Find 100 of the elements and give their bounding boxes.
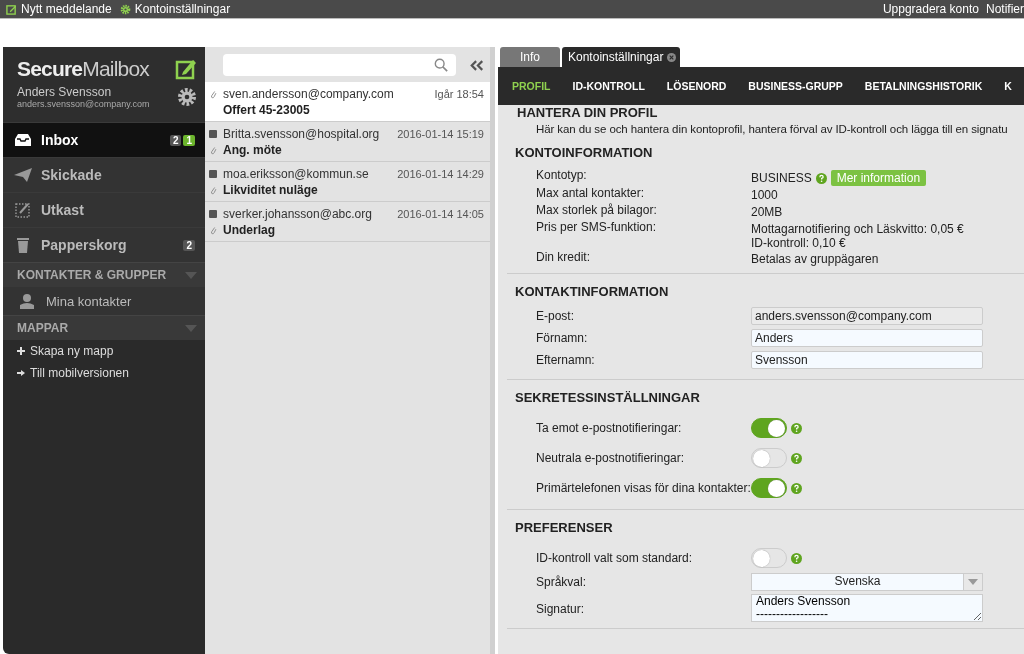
- topbar-link[interactable]: Nytt meddelande: [6, 2, 112, 16]
- nav-tab[interactable]: K: [1004, 80, 1012, 92]
- nav-tab[interactable]: BETALNINGSHISTORIK: [864, 80, 983, 92]
- message-item[interactable]: Britta.svensson@hospital.org 2016-01-14 15:19 Ang. möte: [205, 122, 490, 162]
- paperclip-icon: [209, 145, 217, 155]
- field-label: E-post:: [536, 308, 575, 323]
- field-value: Mottagarnotifiering och Läskvitto: 0,05 €: [751, 222, 964, 236]
- toggle-switch[interactable]: [751, 548, 787, 568]
- help-icon[interactable]: [791, 482, 802, 494]
- signature-field[interactable]: Anders Svensson ------------------: [751, 594, 983, 622]
- user-name: Anders Svensson: [17, 85, 113, 99]
- tab[interactable]: Info: [500, 47, 560, 67]
- caret-icon: [185, 271, 197, 279]
- arrow-icon: [17, 369, 25, 377]
- search-field[interactable]: [223, 54, 456, 76]
- collapse-icon[interactable]: [470, 59, 484, 71]
- folder-item[interactable]: Skickade: [3, 157, 205, 192]
- toggle-switch[interactable]: [751, 478, 787, 498]
- intro-text: Här kan du se och hantera din kontoprofil, hantera förval av ID-kontroll och lägga till en signatu: [536, 123, 1009, 135]
- toggle-switch[interactable]: [751, 448, 787, 468]
- field-value: BUSINESS: [751, 171, 812, 185]
- person-icon: [17, 293, 37, 309]
- nav-tab[interactable]: PROFIL: [512, 80, 551, 92]
- message-subject: Likviditet nuläge: [223, 183, 318, 197]
- sender: sverker.johansson@abc.org: [223, 207, 373, 221]
- message-item[interactable]: moa.eriksson@kommun.se 2016-01-14 14:29 Likviditet nuläge: [205, 162, 490, 202]
- language-select[interactable]: Svenska: [751, 573, 983, 591]
- field-label: Ta emot e-postnotifieringar:: [536, 421, 683, 435]
- paper-plane-icon: [13, 167, 33, 183]
- section-header[interactable]: MAPPAR: [3, 315, 205, 340]
- section-title: KONTOINFORMATION: [515, 144, 654, 162]
- message-date: 2016-01-14 14:29: [397, 168, 484, 180]
- field-label: Max storlek på bilagor:: [536, 203, 658, 217]
- text-field[interactable]: Anders: [751, 329, 983, 347]
- search-icon: [434, 58, 448, 72]
- sidebar-link[interactable]: Skapa ny mapp: [3, 340, 205, 362]
- field-label: Pris per SMS-funktion:: [536, 220, 658, 234]
- plus-icon: [17, 347, 25, 355]
- field-value: 1000: [751, 188, 778, 202]
- field-label: Neutrala e-postnotifieringar:: [536, 451, 686, 465]
- sidebar-link[interactable]: Mina kontakter: [3, 287, 205, 315]
- settings-icon[interactable]: [177, 87, 197, 107]
- field-label: ID-kontroll valt som standard:: [536, 551, 694, 565]
- field-label: Max antal kontakter:: [536, 186, 646, 200]
- edit-icon: [6, 3, 17, 15]
- topbar-link[interactable]: Uppgradera konto: [882, 2, 979, 16]
- message-date: 2016-01-14 14:05: [397, 208, 484, 220]
- field-value: ID-kontroll: 0,10 €: [751, 236, 846, 250]
- field-label: Din kredit:: [536, 250, 592, 264]
- text-field[interactable]: Svensson: [751, 351, 983, 369]
- help-icon[interactable]: [815, 172, 827, 184]
- message-item[interactable]: sverker.johansson@abc.org 2016-01-14 14:05 Underlag: [205, 202, 490, 242]
- help-icon[interactable]: [791, 552, 802, 564]
- draft-icon: [13, 202, 33, 218]
- field-value: Betalas av gruppägaren: [751, 252, 879, 266]
- section-title: KONTAKTINFORMATION: [515, 283, 670, 301]
- count-badge: 1: [183, 134, 195, 146]
- message-date: Igår 18:54: [434, 88, 484, 100]
- message-subject: Underlag: [223, 223, 275, 237]
- message-item[interactable]: sven.andersson@company.com Igår 18:54 Offert 45-23005: [205, 82, 490, 122]
- help-icon[interactable]: [791, 422, 802, 434]
- folder-item[interactable]: Utkast: [3, 192, 205, 227]
- logo: SecureMailbox: [17, 57, 149, 81]
- inbox-tray-icon: [13, 132, 33, 148]
- count-badge: 2: [169, 134, 182, 146]
- sender: moa.eriksson@kommun.se: [223, 167, 370, 181]
- gear-icon: [119, 3, 131, 15]
- field-label: Kontotyp:: [536, 168, 588, 182]
- field-value: 20MB: [751, 205, 783, 219]
- close-icon[interactable]: [667, 52, 677, 62]
- message-date: 2016-01-14 15:19: [397, 128, 484, 140]
- field-label: Språkval:: [536, 574, 588, 589]
- nav-tab[interactable]: LÖSENORD: [666, 80, 727, 92]
- sender: Britta.svensson@hospital.org: [223, 127, 381, 141]
- caret-icon: [185, 324, 197, 332]
- sidebar-link[interactable]: Till mobilversionen: [3, 362, 205, 384]
- sender: sven.andersson@company.com: [223, 87, 395, 101]
- field-label: Förnamn:: [536, 330, 589, 345]
- nav-tab[interactable]: BUSINESS-GRUPP: [748, 80, 843, 92]
- folder-item[interactable]: Papperskorg 2: [3, 227, 205, 262]
- field-label: Primärtelefonen visas för dina kontakter:: [536, 481, 751, 495]
- message-subject: Ang. möte: [223, 143, 282, 157]
- message-subject: Offert 45-23005: [223, 103, 310, 117]
- paperclip-icon: [209, 89, 217, 99]
- caret-icon: [968, 579, 978, 585]
- section-title: PREFERENSER: [515, 519, 614, 537]
- field-label: Signatur:: [536, 601, 586, 616]
- tab[interactable]: Kontoinställningar: [562, 47, 681, 67]
- compose-icon[interactable]: [175, 58, 197, 80]
- user-email: anders.svensson@company.com: [17, 99, 150, 109]
- topbar-link[interactable]: Kontoinställningar: [119, 2, 231, 16]
- nav-tab[interactable]: ID-KONTROLL: [572, 80, 645, 92]
- topbar-link[interactable]: Notifier: [986, 2, 1024, 16]
- field-label: Efternamn:: [536, 352, 596, 367]
- section-title: HANTERA DIN PROFIL: [517, 105, 659, 120]
- help-icon[interactable]: [791, 452, 802, 464]
- section-title: SEKRETESSINSTÄLLNINGAR: [515, 389, 701, 407]
- section-header[interactable]: KONTAKTER & GRUPPER: [3, 262, 205, 287]
- folder-item[interactable]: Inbox 2 1: [3, 122, 205, 157]
- toggle-switch[interactable]: [751, 418, 787, 438]
